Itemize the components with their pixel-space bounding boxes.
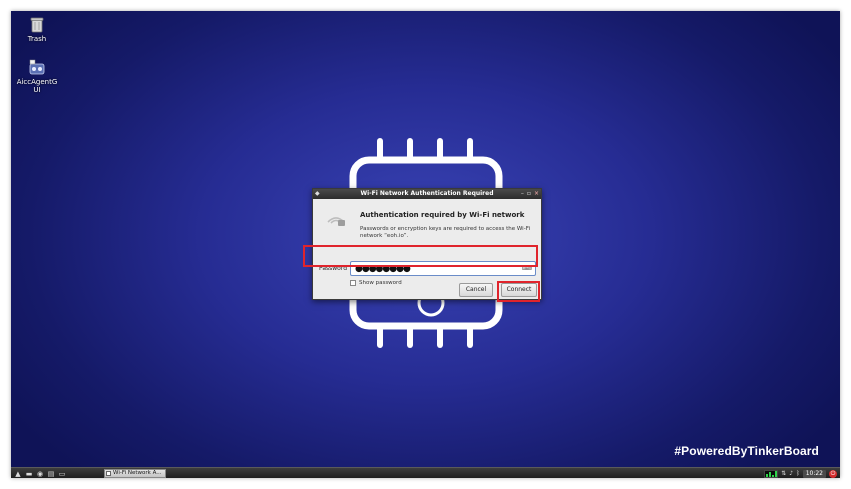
dialog-titlebar[interactable]: ◆ Wi-Fi Network Authentication Required … <box>313 189 541 199</box>
terminal-icon[interactable]: ▬ <box>25 470 33 478</box>
wifi-lock-icon <box>327 217 345 226</box>
agent-app-icon <box>29 59 45 75</box>
network-icon[interactable]: ⇅ <box>781 470 786 478</box>
dialog-message: Passwords or encryption keys are require… <box>360 226 530 239</box>
maximize-icon[interactable]: ▫ <box>527 190 531 198</box>
show-password-checkbox[interactable]: Show password <box>350 280 402 286</box>
desktop-icon[interactable]: ▭ <box>58 470 66 478</box>
taskbar-task-wifi-dialog[interactable]: Wi-Fi Network A... <box>104 469 166 478</box>
bluetooth-icon[interactable]: ᛒ <box>796 470 800 478</box>
desktop-icon-aiccagent[interactable]: AiccAgentG UI <box>13 58 61 94</box>
menu-icon[interactable]: ▲ <box>14 470 22 478</box>
password-highlight-box <box>303 245 538 267</box>
cancel-button[interactable]: Cancel <box>459 283 493 297</box>
connect-highlight-box <box>497 281 540 302</box>
cpu-monitor <box>764 469 779 478</box>
task-label: Wi-Fi Network A... <box>113 470 162 476</box>
taskbar: ▲ ▬ ◉ ▤ ▭ Wi-Fi Network A... ⇅ ♪ ᛒ 10:22… <box>11 467 840 478</box>
browser-icon[interactable]: ◉ <box>36 470 44 478</box>
desktop-icon-label: AiccAgentG UI <box>16 78 58 94</box>
desktop-icon-label: Trash <box>27 35 47 43</box>
clock[interactable]: 10:22 <box>802 469 826 478</box>
dialog-heading: Authentication required by Wi-Fi network <box>360 211 525 219</box>
trash-icon <box>30 17 44 33</box>
volume-icon[interactable]: ♪ <box>789 470 793 478</box>
checkbox-icon[interactable] <box>350 280 356 286</box>
close-icon[interactable]: × <box>534 190 539 198</box>
system-tray: ⇅ ♪ ᛒ 10:22 ⏻ <box>764 469 837 478</box>
show-password-label: Show password <box>359 280 402 286</box>
minimize-icon[interactable]: – <box>521 190 524 198</box>
brand-hashtag: #PoweredByTinkerBoard <box>674 444 819 458</box>
shutdown-icon[interactable]: ⏻ <box>829 469 837 478</box>
desktop-icon-trash[interactable]: Trash <box>13 17 61 43</box>
dialog-title: Wi-Fi Network Authentication Required <box>360 190 494 197</box>
window-icon <box>106 471 111 476</box>
files-icon[interactable]: ▤ <box>47 470 55 478</box>
launcher-bar: ▲ ▬ ◉ ▤ ▭ <box>14 469 66 478</box>
